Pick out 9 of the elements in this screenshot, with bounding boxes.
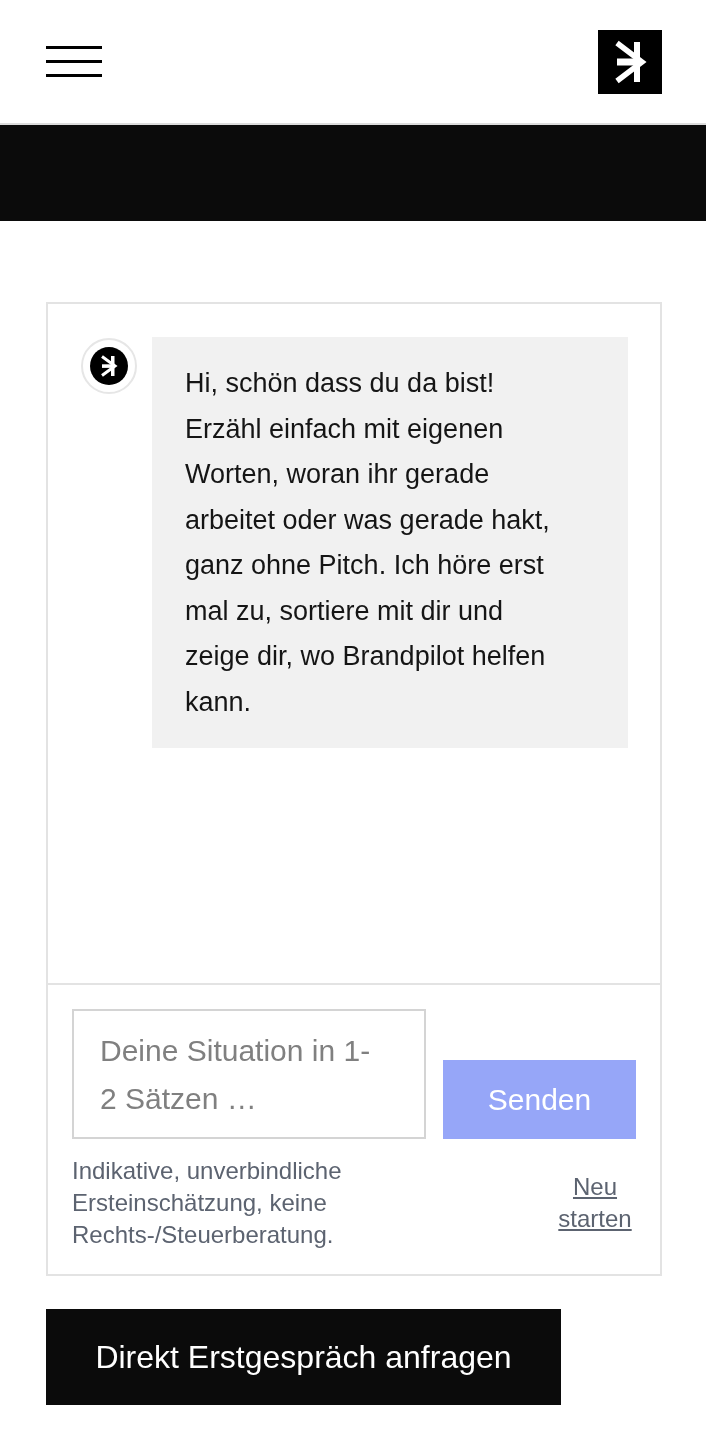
message-input[interactable]: Deine Situation in 1-2 Sätzen … bbox=[72, 1009, 426, 1139]
message-text: Hi, schön dass du da bist! Erzähl einfach mit eigenen Worten, woran ihr gerade arbeitet oder was gerade hakt, ganz ohne Pitch. Ich höre erst mal zu, sortiere mit dir und zeige dir, wo Brandpilot helfen kann. bbox=[185, 367, 551, 719]
restart-link[interactable]: Neu starten bbox=[554, 1171, 636, 1235]
menu-icon bbox=[46, 46, 102, 77]
consultation-button[interactable]: Direkt Erstgespräch anfragen bbox=[46, 1309, 561, 1405]
disclaimer-text: Indikative, unverbindliche Ersteinschätzung, keine Rechts-/Steuerberatung. bbox=[72, 1156, 343, 1250]
avatar-icon bbox=[81, 338, 137, 394]
logo-icon[interactable] bbox=[598, 29, 662, 94]
menu-button[interactable] bbox=[46, 46, 102, 77]
